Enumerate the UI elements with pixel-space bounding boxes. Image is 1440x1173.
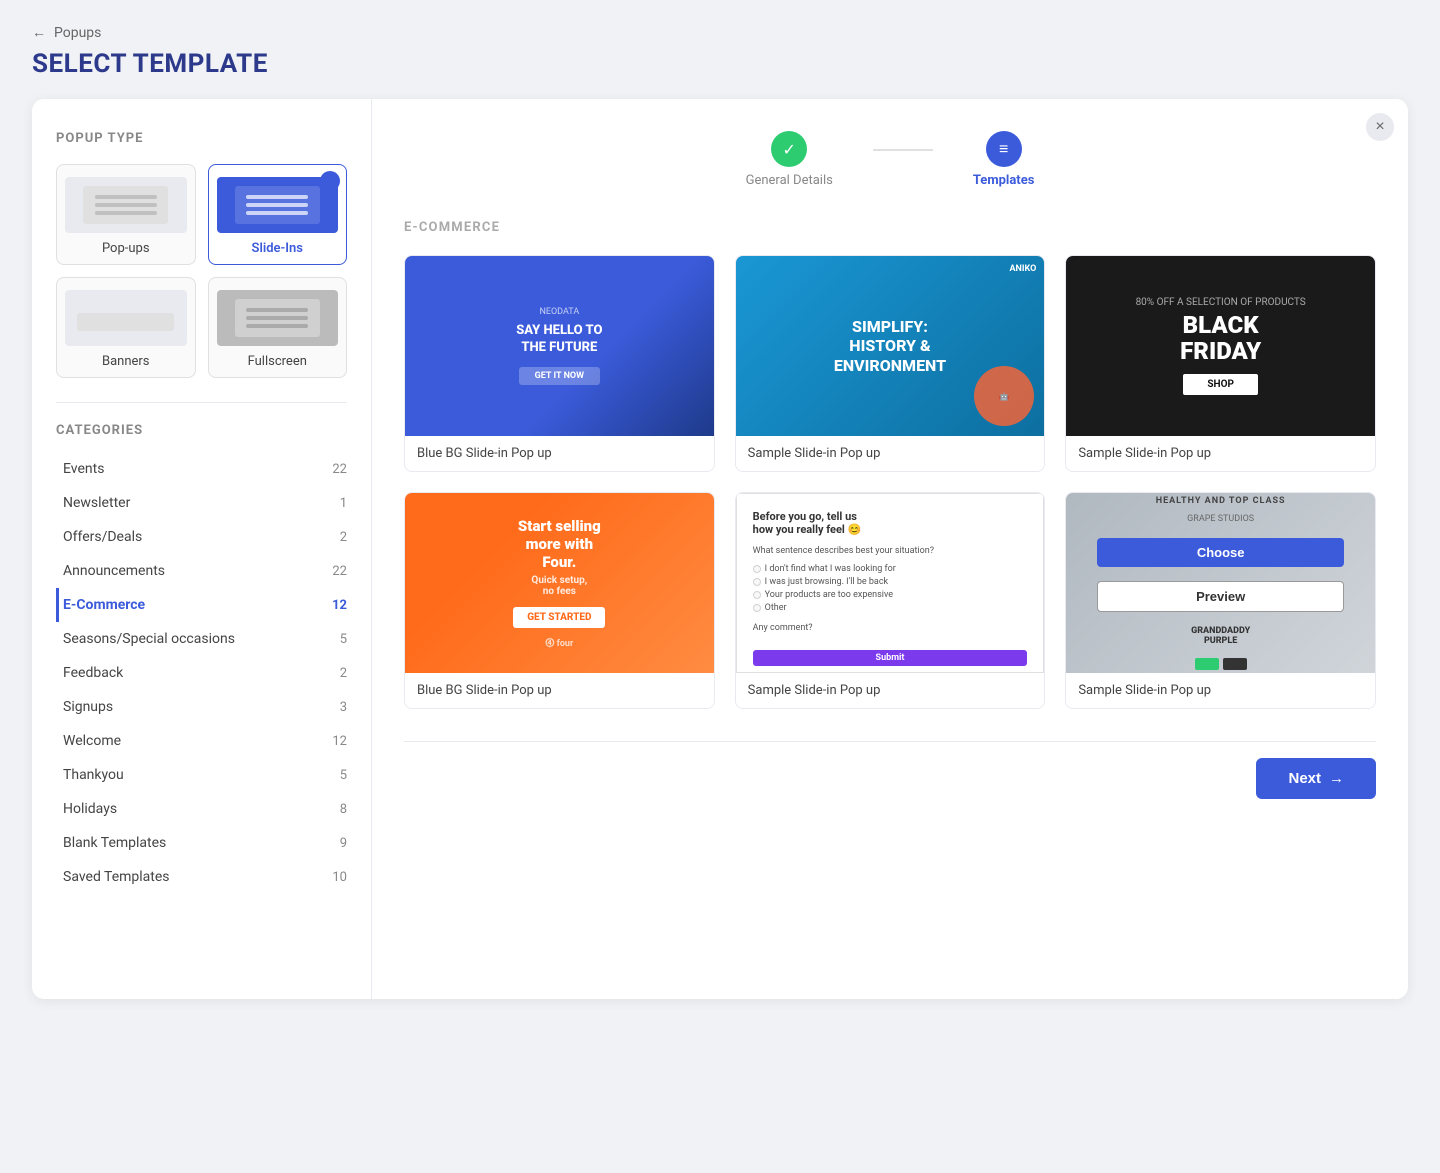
- category-ecommerce-label: E-Commerce: [63, 597, 145, 613]
- category-announcements-count: 22: [332, 564, 347, 579]
- divider: [56, 402, 347, 403]
- template-3[interactable]: 80% OFF A SELECTION OF PRODUCTS BLACKFRI…: [1065, 255, 1376, 472]
- category-newsletter[interactable]: Newsletter 1: [56, 486, 347, 520]
- step2-circle: ≡: [986, 131, 1022, 167]
- category-holidays-label: Holidays: [63, 801, 117, 817]
- category-signups[interactable]: Signups 3: [56, 690, 347, 724]
- template-2[interactable]: ANIKO SIMPLIFY:HISTORY &ENVIRONMENT 🤖 Ch…: [735, 255, 1046, 472]
- steps-row: ✓ General Details ≡ Templates: [404, 131, 1376, 188]
- template-3-name: Sample Slide-in Pop up: [1066, 436, 1375, 471]
- category-thankyou-count: 5: [340, 768, 347, 783]
- template-5-name: Sample Slide-in Pop up: [736, 673, 1045, 708]
- category-saved-count: 10: [332, 870, 347, 885]
- section-heading: E-COMMERCE: [404, 220, 1376, 235]
- step-connector: [873, 149, 933, 151]
- template-5-preview-button[interactable]: Preview: [893, 565, 980, 596]
- category-signups-label: Signups: [63, 699, 113, 715]
- step1-label: General Details: [746, 173, 833, 188]
- template-4-choose-button[interactable]: Choose: [469, 566, 553, 595]
- category-newsletter-label: Newsletter: [63, 495, 130, 511]
- type-fullscreen[interactable]: Fullscreen: [208, 277, 348, 378]
- template-6-choose-button[interactable]: Choose: [1130, 566, 1214, 595]
- category-announcements-label: Announcements: [63, 563, 165, 579]
- next-arrow-icon: →: [1329, 770, 1344, 787]
- template-1-choose-button[interactable]: Choose: [469, 329, 553, 358]
- template-6[interactable]: HEALTHY AND TOP CLASS GRAPE STUDIOS Choo…: [1065, 492, 1376, 709]
- category-welcome-count: 12: [332, 734, 347, 749]
- category-newsletter-count: 1: [340, 496, 347, 511]
- type-banners[interactable]: Banners: [56, 277, 196, 378]
- template-6-preview-button[interactable]: Preview: [1224, 565, 1311, 596]
- template-3-choose-button[interactable]: Choose: [1130, 329, 1214, 358]
- sidebar: POPUP TYPE Pop-ups ✓: [32, 99, 372, 999]
- fullscreen-label: Fullscreen: [217, 354, 339, 369]
- category-seasons-label: Seasons/Special occasions: [63, 631, 235, 647]
- slideins-label: Slide-Ins: [217, 241, 339, 256]
- bottom-bar: Next →: [404, 741, 1376, 799]
- breadcrumb[interactable]: ← Popups: [32, 24, 1408, 41]
- category-list: Events 22 Newsletter 1 Offers/Deals 2 An…: [56, 452, 347, 894]
- popups-label: Pop-ups: [65, 241, 187, 256]
- category-blank-count: 9: [340, 836, 347, 851]
- templates-grid: NEODATA SAY HELLO TOTHE FUTURE GET IT NO…: [404, 255, 1376, 709]
- fullscreen-icon: [217, 290, 339, 346]
- page-title: SELECT TEMPLATE: [32, 49, 1408, 79]
- template-6-name: Sample Slide-in Pop up: [1066, 673, 1375, 708]
- category-signups-count: 3: [340, 700, 347, 715]
- category-saved-label: Saved Templates: [63, 869, 170, 885]
- category-offers-label: Offers/Deals: [63, 529, 142, 545]
- category-welcome[interactable]: Welcome 12: [56, 724, 347, 758]
- category-seasons[interactable]: Seasons/Special occasions 5: [56, 622, 347, 656]
- template-4[interactable]: Start sellingmore withFour. Quick setup,…: [404, 492, 715, 709]
- template-4-name: Blue BG Slide-in Pop up: [405, 673, 714, 708]
- template-1-name: Blue BG Slide-in Pop up: [405, 436, 714, 471]
- type-popups[interactable]: Pop-ups: [56, 164, 196, 265]
- template-5[interactable]: Before you go, tell ushow you really fee…: [735, 492, 1046, 709]
- close-button[interactable]: ×: [1366, 113, 1394, 141]
- popups-icon: [65, 177, 187, 233]
- category-thankyou-label: Thankyou: [63, 767, 124, 783]
- category-holidays-count: 8: [340, 802, 347, 817]
- type-slideins[interactable]: ✓ Slide-Ins: [208, 164, 348, 265]
- template-1[interactable]: NEODATA SAY HELLO TOTHE FUTURE GET IT NO…: [404, 255, 715, 472]
- category-feedback-label: Feedback: [63, 665, 123, 681]
- category-seasons-count: 5: [340, 632, 347, 647]
- category-thankyou[interactable]: Thankyou 5: [56, 758, 347, 792]
- breadcrumb-label: Popups: [54, 25, 101, 41]
- popup-type-label: POPUP TYPE: [56, 131, 347, 146]
- step-templates: ≡ Templates: [973, 131, 1035, 188]
- category-offers[interactable]: Offers/Deals 2: [56, 520, 347, 554]
- category-events-count: 22: [332, 462, 347, 477]
- category-saved[interactable]: Saved Templates 10: [56, 860, 347, 894]
- category-events-label: Events: [63, 461, 104, 477]
- back-arrow-icon: ←: [32, 24, 46, 41]
- category-ecommerce[interactable]: E-Commerce 12: [56, 588, 347, 622]
- popup-type-grid: Pop-ups ✓ Slide-Ins: [56, 164, 347, 378]
- step1-circle: ✓: [771, 131, 807, 167]
- next-label: Next: [1288, 770, 1321, 787]
- template-2-name: Sample Slide-in Pop up: [736, 436, 1045, 471]
- category-offers-count: 2: [340, 530, 347, 545]
- categories-label: CATEGORIES: [56, 423, 347, 438]
- category-events[interactable]: Events 22: [56, 452, 347, 486]
- step2-label: Templates: [973, 173, 1035, 188]
- template-3-preview-button[interactable]: Preview: [1224, 328, 1311, 359]
- category-ecommerce-count: 12: [332, 598, 347, 613]
- category-announcements[interactable]: Announcements 22: [56, 554, 347, 588]
- step-general-details: ✓ General Details: [746, 131, 833, 188]
- category-blank-label: Blank Templates: [63, 835, 166, 851]
- category-holidays[interactable]: Holidays 8: [56, 792, 347, 826]
- template-4-preview-button[interactable]: Preview: [563, 565, 650, 596]
- slideins-icon: [217, 177, 339, 233]
- main-content: × ✓ General Details ≡ Templates E-COMMER…: [372, 99, 1408, 999]
- category-feedback-count: 2: [340, 666, 347, 681]
- next-button[interactable]: Next →: [1256, 758, 1376, 799]
- banners-label: Banners: [65, 354, 187, 369]
- template-5-choose-button[interactable]: Choose: [800, 566, 884, 595]
- banners-icon: [65, 290, 187, 346]
- category-blank[interactable]: Blank Templates 9: [56, 826, 347, 860]
- category-welcome-label: Welcome: [63, 733, 121, 749]
- category-feedback[interactable]: Feedback 2: [56, 656, 347, 690]
- template-1-preview-button[interactable]: Preview: [563, 328, 650, 359]
